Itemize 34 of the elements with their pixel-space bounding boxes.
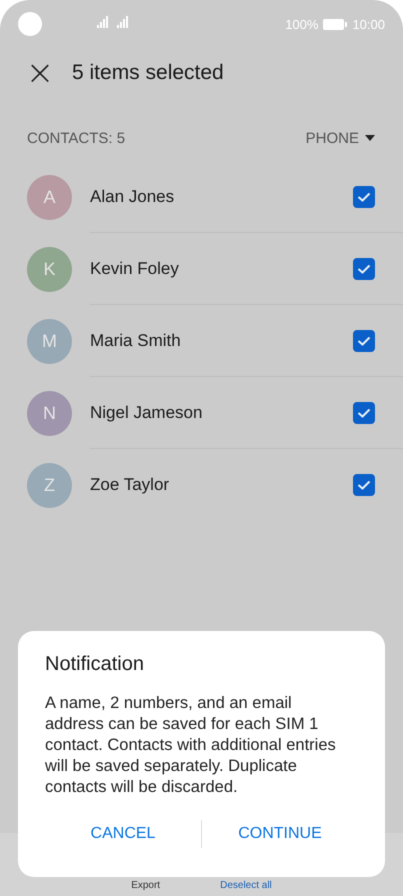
contact-avatar: A [27, 174, 72, 220]
dialog-button[interactable]: CANCEL [45, 824, 201, 844]
contact-avatar: Z [27, 462, 72, 508]
camera-icon [18, 12, 42, 36]
checkmark-icon [357, 192, 371, 202]
phone-filter-dropdown[interactable]: PHONE [306, 130, 375, 146]
selection-title: 5 items selected [72, 61, 224, 85]
signal-icon [97, 16, 131, 28]
contact-avatar: K [27, 246, 72, 292]
caret-icon [365, 135, 375, 141]
checkmark-icon [357, 336, 371, 346]
checkbox[interactable] [353, 186, 375, 208]
bottom-action[interactable]: Deselect all [220, 880, 272, 891]
checkmark-icon [357, 408, 371, 418]
dialog-button[interactable]: CONTINUE [202, 824, 358, 844]
battery-icon [323, 18, 348, 30]
checkbox[interactable] [353, 402, 375, 424]
contacts-count: CONTACTS: 5 [27, 130, 126, 146]
contact-name: Kevin Foley [90, 258, 179, 278]
bottom-action[interactable]: Export [131, 880, 160, 891]
checkbox[interactable] [353, 330, 375, 352]
contact-name: Alan Jones [90, 186, 174, 206]
checkmark-icon [357, 480, 371, 490]
dialog-title: Notification [45, 653, 145, 676]
contact-name: Maria Smith [90, 330, 181, 350]
checkbox[interactable] [353, 258, 375, 280]
close-button[interactable]: × [20, 56, 60, 90]
contact-avatar: N [27, 390, 72, 436]
contact-name: Zoe Taylor [90, 475, 170, 495]
checkmark-icon [357, 264, 371, 274]
dialog-message: A name, 2 numbers, and an email address can be saved for each SIM 1 contact. Contacts with additional entries will be saved separately. Duplicate contacts will be discarded. [45, 693, 337, 798]
contact-avatar: M [27, 318, 72, 364]
checkbox[interactable] [353, 474, 375, 496]
contact-name: Nigel Jameson [90, 402, 202, 422]
